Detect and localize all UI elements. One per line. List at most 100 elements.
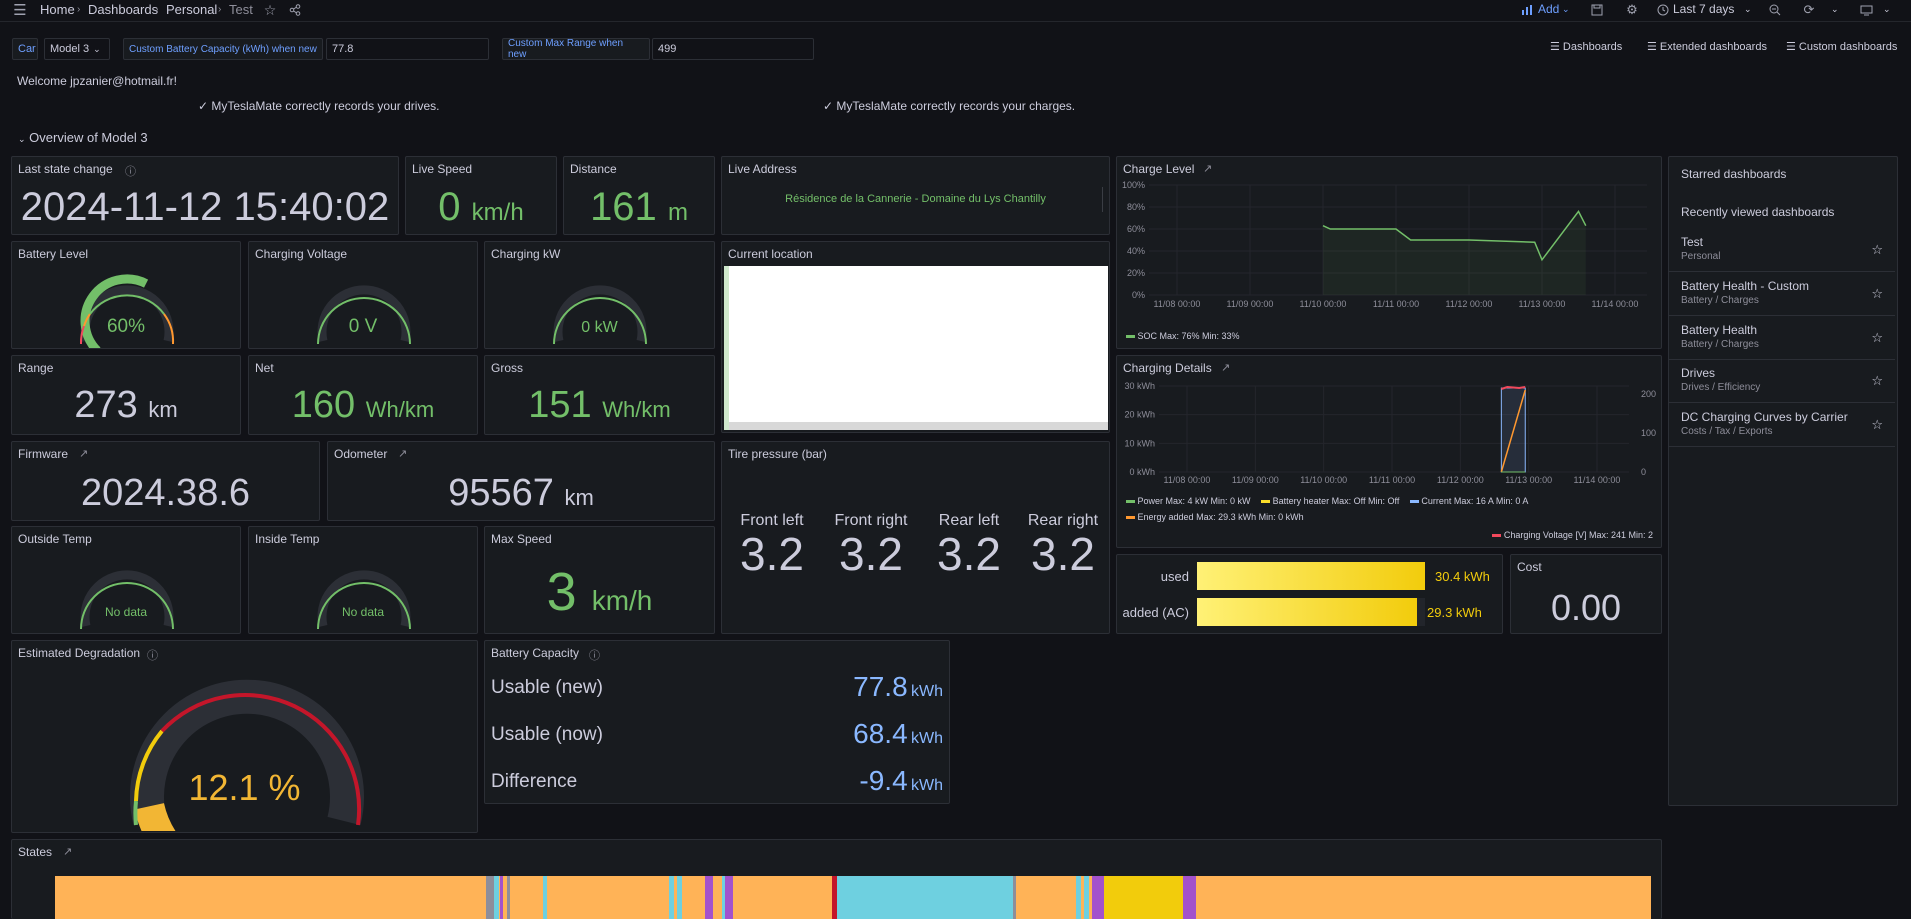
panel-title: Odometer [334, 447, 388, 461]
state-segment[interactable] [837, 876, 1013, 919]
state-segment[interactable] [677, 876, 683, 919]
welcome-text: Welcome jpzanier@hotmail.fr! [17, 74, 178, 88]
breadcrumb-personal[interactable]: Personal [166, 2, 217, 17]
distance-value: 161 [590, 185, 657, 229]
charging-details-legend-row2[interactable]: Energy added Max: 29.3 kWh Min: 0 kWh [1126, 512, 1304, 522]
state-segment[interactable] [493, 876, 499, 919]
sidebar-item-drives[interactable]: Drives Drives / Efficiency ☆ [1669, 360, 1895, 403]
state-segment[interactable] [669, 876, 675, 919]
legend-name: Battery heater [1272, 496, 1330, 506]
odometer-unit: km [564, 485, 594, 510]
legend-swatch [1261, 500, 1271, 504]
net-panel: Net 160 Wh/km [248, 355, 478, 435]
info-icon[interactable]: ⓘ [147, 647, 158, 663]
tv-mode-icon[interactable] [1858, 3, 1874, 17]
sidebar-item-dc-charging-curves[interactable]: DC Charging Curves by Carrier Costs / Ta… [1669, 404, 1895, 447]
capacity-input[interactable]: 77.8 [326, 38, 489, 60]
range-value: 273 [74, 384, 138, 426]
save-icon[interactable] [1590, 3, 1604, 17]
external-link-icon[interactable]: ↗ [79, 447, 88, 460]
range-panel: Range 273 km [11, 355, 241, 435]
x-tick-label: 11/09 00:00 [1227, 299, 1274, 309]
distance-panel: Distance 161 m [563, 156, 715, 235]
x-tick-label: 11/08 00:00 [1154, 299, 1201, 309]
state-segment[interactable] [1012, 876, 1016, 919]
sidebar-item-test[interactable]: Test Personal ☆ [1669, 229, 1895, 272]
live-speed-unit: km/h [471, 199, 524, 226]
external-link-icon[interactable]: ↗ [1221, 361, 1230, 374]
state-segment[interactable] [500, 876, 504, 919]
row-title: Overview of Model 3 [29, 130, 148, 145]
chevron-down-icon[interactable]: ⌄ [1744, 4, 1752, 15]
legend-name: Charging Voltage [V] [1503, 530, 1587, 540]
tire-pressure-panel: Tire pressure (bar) Front left 3.2 Front… [721, 441, 1110, 634]
zoom-out-icon[interactable] [1768, 3, 1782, 17]
chevron-down-icon[interactable]: ⌄ [1562, 4, 1570, 15]
chevron-down-icon[interactable]: ⌄ [1883, 4, 1891, 15]
external-link-icon[interactable]: ↗ [398, 447, 407, 460]
state-segment[interactable] [1076, 876, 1082, 919]
info-icon[interactable]: ⓘ [589, 647, 600, 663]
charging-details-chart[interactable]: 0 kWh 10 kWh 20 kWh 30 kWh 0 100 200 11/08 00:0… [1117, 378, 1662, 486]
state-segment[interactable] [704, 876, 713, 919]
charging-kw-panel: Charging kW 0 kW [484, 241, 715, 349]
dashboards-link[interactable]: ☰ Dashboards [1550, 40, 1622, 53]
sidebar-item-battery-health-custom[interactable]: Battery Health - Custom Battery / Charge… [1669, 273, 1895, 316]
charge-level-panel: Charge Level ↗ 0% 20% 40% 60% 80% 100% 11/08 0… [1116, 156, 1662, 349]
chevron-down-icon[interactable]: ⌄ [1831, 4, 1839, 15]
charging-details-legend-right[interactable]: Charging Voltage [V] Max: 241 Min: 2 [1492, 530, 1653, 540]
custom-dashboards-link[interactable]: ☰ Custom dashboards [1786, 40, 1897, 53]
legend-name: Power [1137, 496, 1164, 506]
value: 77.8 [853, 671, 908, 702]
degradation-value: 12.1 % [188, 767, 301, 808]
breadcrumb-dashboards[interactable]: Dashboards [88, 2, 158, 17]
state-segment[interactable] [506, 876, 510, 919]
star-icon[interactable]: ☆ [1871, 242, 1883, 258]
star-icon[interactable]: ☆ [1871, 286, 1883, 302]
menu-icon[interactable]: ☰ [12, 2, 28, 19]
max-speed-panel: Max Speed 3 km/h [484, 526, 715, 634]
add-panel-icon[interactable] [1520, 3, 1534, 17]
breadcrumb-home[interactable]: Home [40, 2, 75, 17]
clock-icon[interactable] [1656, 3, 1670, 17]
legend-swatch [1126, 500, 1135, 504]
share-icon[interactable] [287, 2, 303, 18]
y2-tick-label: 100 [1641, 428, 1656, 438]
add-button[interactable]: Add [1538, 2, 1559, 16]
charge-level-chart[interactable]: 0% 20% 40% 60% 80% 100% 11/08 00:00 11/09 00:00… [1117, 179, 1662, 329]
energy-added-track [1197, 598, 1425, 626]
state-segment[interactable] [543, 876, 547, 919]
live-address-value: Résidence de la Cannerie - Domaine du Ly… [785, 193, 1046, 205]
refresh-icon[interactable]: ⟳ [1801, 2, 1817, 18]
star-icon[interactable]: ☆ [262, 2, 278, 18]
outside-temp-gauge [80, 570, 174, 630]
time-range-picker[interactable]: Last 7 days [1673, 2, 1734, 16]
panel-title: Estimated Degradation [18, 646, 141, 660]
state-segment[interactable] [1183, 876, 1197, 919]
range-input[interactable]: 499 [652, 38, 814, 60]
external-link-icon[interactable]: ↗ [63, 845, 72, 858]
row-overview[interactable]: ⌄ Overview of Model 3 [18, 130, 148, 145]
star-icon[interactable]: ☆ [1871, 373, 1883, 389]
scrollbar[interactable] [1102, 187, 1103, 212]
panel-title: Inside Temp [255, 532, 320, 546]
states-timeline[interactable] [55, 876, 1651, 919]
info-icon[interactable]: ⓘ [125, 163, 136, 179]
state-segment[interactable] [1084, 876, 1090, 919]
car-select[interactable]: Model 3 ⌄ [44, 38, 110, 60]
y-tick-label: 60% [1127, 224, 1145, 234]
charge-level-legend[interactable]: SOC Max: 76% Min: 33% [1126, 331, 1240, 341]
star-icon[interactable]: ☆ [1871, 417, 1883, 433]
gear-icon[interactable]: ⚙ [1624, 2, 1640, 18]
state-segment[interactable] [1103, 876, 1184, 919]
charges-status-text: ✓ MyTeslaMate correctly records your cha… [823, 99, 1076, 113]
location-map[interactable] [724, 266, 1108, 430]
star-icon[interactable]: ☆ [1871, 330, 1883, 346]
state-segment[interactable] [725, 876, 734, 919]
sidebar-item-battery-health[interactable]: Battery Health Battery / Charges ☆ [1669, 317, 1895, 360]
extended-dashboards-link[interactable]: ☰ Extended dashboards [1647, 40, 1767, 53]
external-link-icon[interactable]: ↗ [1203, 162, 1212, 175]
capacity-row-value: 77.8 kWh [853, 671, 943, 703]
charging-details-legend-row1[interactable]: Power Max: 4 kW Min: 0 kW Battery heater… [1126, 496, 1528, 506]
state-segment[interactable] [1092, 876, 1104, 919]
